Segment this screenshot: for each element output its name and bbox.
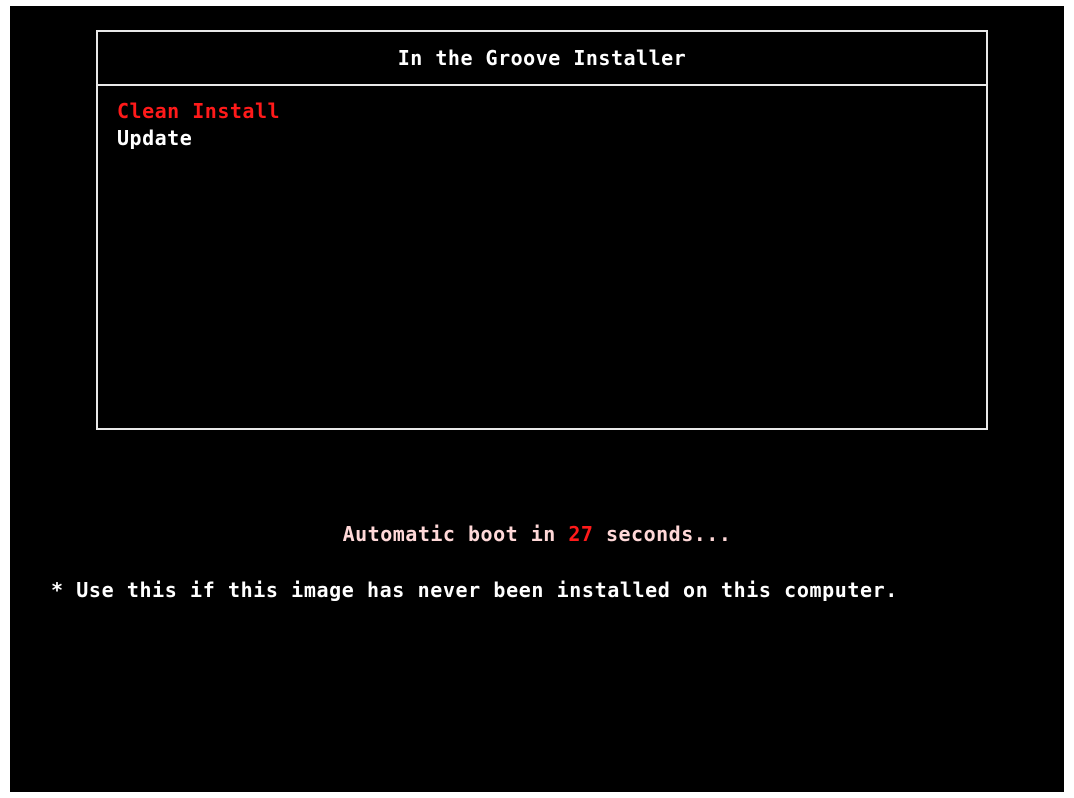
boot-screen: In the Groove Installer Clean Install Up… bbox=[10, 6, 1064, 792]
countdown-suffix: seconds... bbox=[593, 522, 732, 546]
menu-item-help-text: * Use this if this image has never been … bbox=[51, 578, 898, 602]
menu-list: Clean Install Update bbox=[117, 98, 280, 152]
menu-title: In the Groove Installer bbox=[397, 46, 687, 70]
auto-boot-countdown: Automatic boot in 27 seconds... bbox=[10, 522, 1064, 546]
countdown-prefix: Automatic boot in bbox=[342, 522, 569, 546]
countdown-seconds: 27 bbox=[568, 522, 594, 546]
boot-menu: In the Groove Installer Clean Install Up… bbox=[96, 30, 988, 430]
menu-title-bar: In the Groove Installer bbox=[98, 32, 986, 86]
menu-item-update[interactable]: Update bbox=[117, 125, 280, 152]
menu-item-clean-install[interactable]: Clean Install bbox=[117, 98, 280, 125]
